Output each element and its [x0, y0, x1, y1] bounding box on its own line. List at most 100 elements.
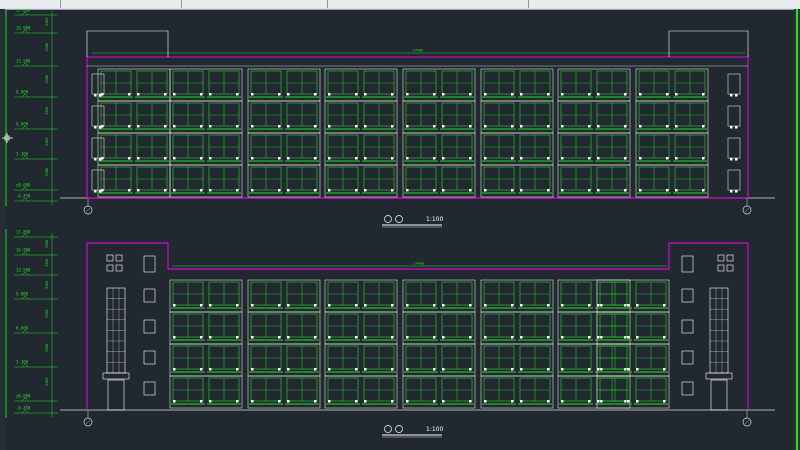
- sill-mark: [484, 93, 487, 96]
- entrance-door: [107, 379, 125, 411]
- sill-mark: [442, 189, 445, 192]
- sill-mark: [328, 336, 331, 339]
- sill-mark: [251, 304, 254, 307]
- window-bay: [247, 100, 321, 134]
- sill-mark: [173, 157, 176, 160]
- sill-mark: [433, 400, 436, 403]
- floor-height-text: 3300: [45, 281, 49, 289]
- document-tab[interactable]: [0, 0, 61, 8]
- tower-window: [726, 254, 734, 262]
- sill-mark: [209, 400, 212, 403]
- document-tab[interactable]: [529, 0, 800, 8]
- sill-mark: [627, 304, 630, 307]
- sill-mark: [251, 157, 254, 160]
- sill-mark: [730, 126, 733, 129]
- sill-mark: [597, 157, 600, 160]
- level-text: 13.500: [16, 59, 31, 64]
- sill-mark: [588, 400, 591, 403]
- sill-mark: [520, 368, 523, 371]
- sill-mark: [364, 189, 367, 192]
- sill-mark: [735, 126, 738, 129]
- sill-mark: [391, 189, 394, 192]
- sill-mark: [287, 336, 290, 339]
- sill-mark: [588, 189, 591, 192]
- drawing-canvas[interactable]: 14400 17.800 3300 16.900 3300 13.500 3300 9.900…: [0, 9, 800, 450]
- sill-mark: [666, 125, 669, 128]
- sill-mark: [469, 336, 472, 339]
- sill-mark: [636, 336, 639, 339]
- dimension-text: 14400: [413, 49, 424, 53]
- sill-mark: [663, 368, 666, 371]
- window-bay: [247, 132, 321, 166]
- tower-window: [681, 288, 694, 303]
- floor-height-text: 3300: [45, 18, 49, 26]
- sill-mark: [547, 400, 550, 403]
- sill-mark: [314, 189, 317, 192]
- document-tab[interactable]: [328, 0, 529, 8]
- sill-mark: [561, 304, 564, 307]
- sill-mark: [173, 93, 176, 96]
- sill-mark: [433, 125, 436, 128]
- sill-mark: [287, 125, 290, 128]
- building-outline: [86, 56, 749, 199]
- tower-window: [143, 319, 156, 334]
- sill-mark: [624, 93, 627, 96]
- sill-mark: [484, 304, 487, 307]
- sill-mark: [433, 336, 436, 339]
- window-bay: [557, 68, 631, 102]
- sill-mark: [406, 400, 409, 403]
- sill-mark: [94, 126, 97, 129]
- sill-mark: [639, 189, 642, 192]
- sill-mark: [278, 157, 281, 160]
- entrance-door: [710, 379, 728, 411]
- window-bay: [324, 164, 398, 198]
- sill-mark: [251, 189, 254, 192]
- window-bay: [324, 279, 398, 313]
- window-bay: [480, 132, 554, 166]
- sill-mark: [639, 125, 642, 128]
- sill-mark: [355, 400, 358, 403]
- tower-window: [106, 254, 114, 262]
- tower-window: [681, 381, 694, 396]
- document-tab[interactable]: [182, 0, 328, 8]
- lower-elevation[interactable]: 14400 17.800 3300 16.900 3300 13.500 3300 9.900…: [5, 229, 775, 427]
- tower-window: [726, 264, 734, 272]
- sill-mark: [209, 189, 212, 192]
- sill-mark: [200, 125, 203, 128]
- sill-mark: [99, 94, 102, 97]
- sill-mark: [328, 400, 331, 403]
- sill-mark: [406, 157, 409, 160]
- sill-mark: [600, 336, 603, 339]
- sill-mark: [520, 336, 523, 339]
- end-window: [727, 105, 741, 127]
- sill-mark: [730, 190, 733, 193]
- floor-height-text: 3300: [45, 75, 49, 83]
- floor-height-text: 3300: [45, 107, 49, 115]
- end-window: [727, 169, 741, 191]
- sill-mark: [511, 125, 514, 128]
- window-bay: [596, 343, 670, 377]
- window-bay: [169, 343, 243, 377]
- sill-mark: [484, 400, 487, 403]
- sill-mark: [251, 93, 254, 96]
- sill-mark: [511, 304, 514, 307]
- sill-mark: [137, 157, 140, 160]
- window-bay: [169, 279, 243, 313]
- sill-mark: [406, 125, 409, 128]
- window-bay: [480, 343, 554, 377]
- level-text: 9.900: [16, 292, 29, 297]
- sill-mark: [663, 336, 666, 339]
- sill-mark: [442, 400, 445, 403]
- sill-mark: [735, 158, 738, 161]
- upper-elevation[interactable]: 14400 17.800 3300 16.900 3300 13.500 3300 9.900…: [5, 9, 775, 215]
- sill-mark: [484, 189, 487, 192]
- sill-mark: [236, 336, 239, 339]
- sill-mark: [173, 189, 176, 192]
- sill-mark: [173, 304, 176, 307]
- sill-mark: [588, 93, 591, 96]
- sill-mark: [666, 157, 669, 160]
- sill-mark: [484, 336, 487, 339]
- floor-height-text: 3300: [45, 168, 49, 176]
- document-tab[interactable]: [61, 0, 182, 8]
- window-bay: [97, 132, 171, 166]
